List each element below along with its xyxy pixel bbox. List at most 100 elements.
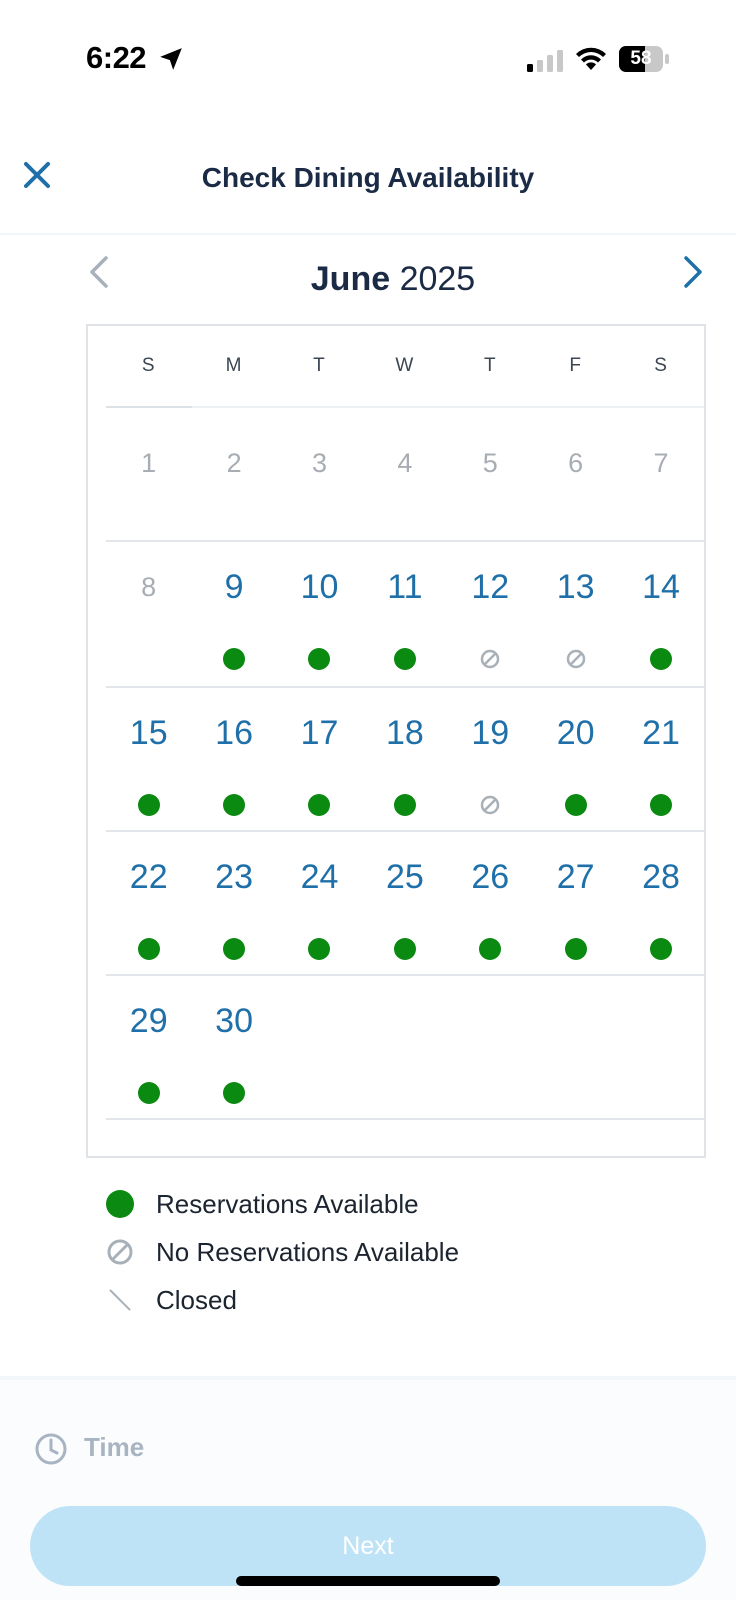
availability-dot-icon (650, 938, 673, 960)
calendar-day[interactable]: 28 (618, 830, 703, 974)
no-reservations-icon (107, 1239, 133, 1265)
weekday-label: S (141, 355, 156, 376)
day-number: 19 (471, 714, 510, 752)
day-number: 29 (129, 1002, 168, 1040)
calendar-day[interactable]: 27 (533, 830, 618, 974)
availability-dot-icon (308, 794, 331, 816)
weekday-label: M (225, 355, 243, 376)
calendar-day[interactable]: 29 (106, 974, 191, 1118)
calendar-day[interactable]: 22 (106, 830, 191, 974)
calendar-day[interactable]: 12 (448, 540, 533, 686)
week-row: 8 9 10 11 12 13 14 (106, 540, 704, 686)
calendar-day[interactable]: 19 (448, 686, 533, 830)
calendar-day[interactable]: 20 (533, 686, 618, 830)
calendar-day: 3 (277, 408, 362, 540)
calendar-day[interactable]: 26 (448, 830, 533, 974)
day-number: 27 (556, 858, 595, 896)
legend-item-no-reservations: No Reservations Available (106, 1228, 706, 1276)
no-reservations-icon (481, 649, 500, 669)
month-name: June (310, 260, 391, 298)
calendar-day[interactable]: 13 (533, 540, 618, 686)
calendar-day: 7 (618, 408, 703, 540)
day-number: 2 (226, 448, 242, 478)
week-row: 15 16 17 18 19 20 21 (106, 686, 704, 830)
weekday-label: T (313, 355, 326, 376)
calendar-day[interactable]: 21 (618, 686, 703, 830)
wifi-icon (576, 47, 606, 70)
calendar-day: 1 (106, 408, 191, 540)
day-number: 17 (300, 714, 339, 752)
row-divider (106, 686, 704, 688)
legend-label: Reservations Available (156, 1188, 419, 1219)
availability-dot-icon (564, 938, 587, 960)
availability-dot-icon (223, 1082, 246, 1104)
calendar-day[interactable]: 9 (191, 540, 276, 686)
page-title: Check Dining Availability (201, 162, 535, 193)
header: Check Dining Availability (0, 140, 736, 235)
day-number: 28 (642, 858, 680, 896)
home-indicator (236, 1576, 500, 1586)
day-number: 3 (311, 448, 327, 478)
cellular-signal-icon (527, 50, 563, 72)
day-number: 1 (141, 448, 157, 478)
no-reservations-icon (481, 795, 500, 815)
day-number: 9 (224, 568, 244, 606)
day-number: 8 (141, 572, 157, 602)
day-number: 21 (642, 714, 680, 752)
day-number: 30 (215, 1002, 253, 1040)
next-month-chevron-icon[interactable] (680, 254, 706, 290)
weekday-label: W (395, 355, 415, 376)
clock-icon (35, 1433, 67, 1465)
calendar-day[interactable]: 14 (618, 540, 703, 686)
weekday-label: T (483, 355, 497, 376)
available-dot-icon (106, 1190, 134, 1218)
availability-dot-icon (308, 648, 331, 670)
header-divider (0, 233, 736, 235)
day-number: 18 (385, 714, 424, 752)
day-number: 24 (300, 858, 339, 896)
calendar-day[interactable]: 17 (277, 686, 362, 830)
calendar-day: 6 (533, 408, 618, 540)
day-number: 11 (387, 568, 423, 606)
legend-item-closed: Closed (106, 1276, 706, 1324)
calendar-day[interactable]: 18 (362, 686, 447, 830)
day-number: 15 (129, 714, 168, 752)
calendar-grid: SMTWTFS 1 2 3 4 5 6 7 8 9 10 11 12 13 14 15 16 17 18 19 20 2… (86, 324, 706, 1158)
calendar-day[interactable]: 30 (191, 974, 276, 1118)
availability-dot-icon (393, 794, 416, 816)
row-divider (106, 1118, 704, 1120)
weekday-label: F (569, 355, 582, 376)
day-number: 4 (397, 448, 413, 478)
calendar-day[interactable]: 16 (191, 686, 276, 830)
day-number: 7 (653, 448, 669, 478)
month-title: June 2025 (0, 260, 736, 299)
day-number: 20 (556, 714, 595, 752)
day-number: 10 (300, 568, 339, 606)
location-arrow-icon (160, 48, 182, 70)
row-divider (106, 974, 704, 976)
calendar-day[interactable]: 23 (191, 830, 276, 974)
availability-dot-icon (223, 794, 246, 816)
day-number: 22 (129, 858, 168, 896)
availability-dot-icon (223, 648, 246, 670)
legend-label: No Reservations Available (156, 1236, 460, 1267)
next-button[interactable]: Next (30, 1506, 706, 1586)
calendar-day[interactable]: 15 (106, 686, 191, 830)
availability-dot-icon (308, 938, 331, 960)
calendar-day[interactable]: 11 (362, 540, 447, 686)
day-number: 5 (482, 448, 498, 478)
calendar-day[interactable]: 10 (277, 540, 362, 686)
availability-dot-icon (650, 794, 673, 816)
status-time: 6:22 (86, 40, 147, 75)
day-number: 14 (642, 568, 680, 606)
week-row: 29 30 (106, 974, 704, 1118)
legend-label: Closed (156, 1284, 237, 1315)
closed-slash-icon (109, 1289, 131, 1311)
day-number: 12 (471, 568, 510, 606)
calendar-day[interactable]: 24 (277, 830, 362, 974)
row-divider (106, 540, 704, 542)
legend: Reservations Available No Reservations A… (106, 1180, 706, 1324)
time-label[interactable]: Time (84, 1432, 144, 1463)
day-number: 16 (215, 714, 253, 752)
calendar-day[interactable]: 25 (362, 830, 447, 974)
